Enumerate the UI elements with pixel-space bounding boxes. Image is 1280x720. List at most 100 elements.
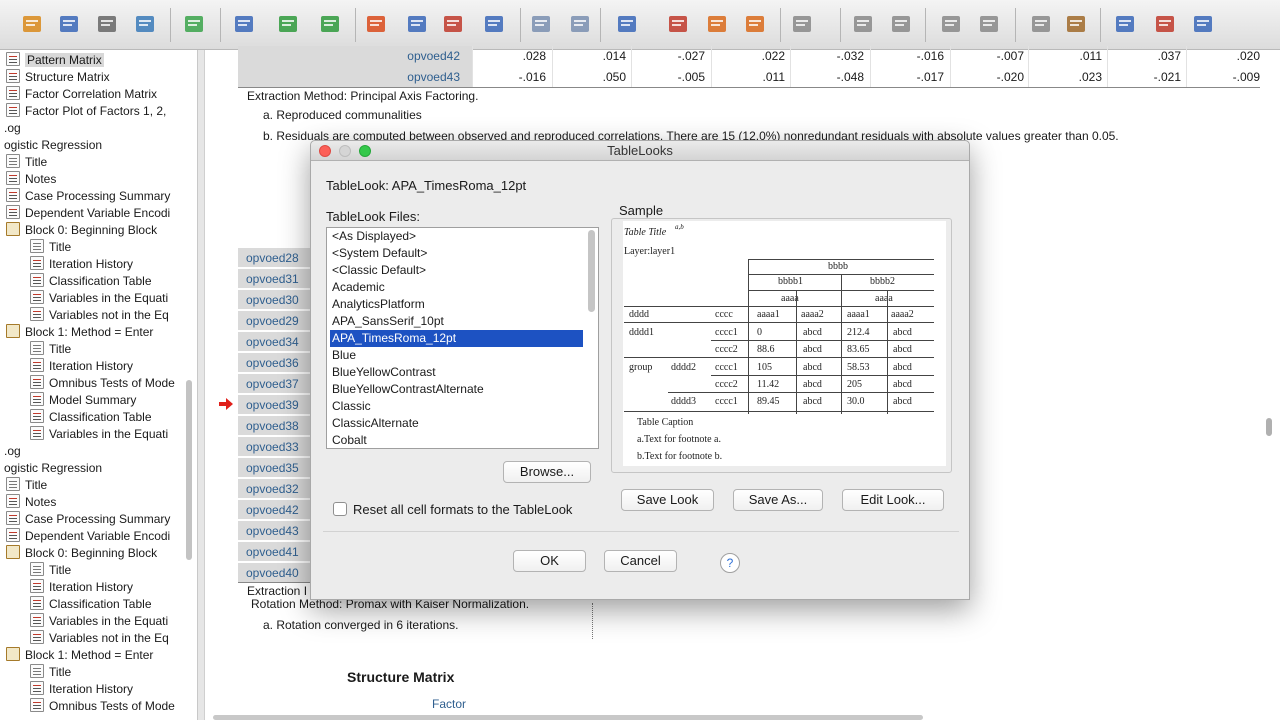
outline-item[interactable]: .og bbox=[4, 120, 21, 137]
outline-item[interactable]: Notes bbox=[6, 171, 56, 188]
outline-item[interactable]: Notes bbox=[6, 494, 56, 511]
outline-item[interactable]: Omnibus Tests of Mode bbox=[30, 698, 175, 715]
undo-button[interactable] bbox=[273, 9, 303, 39]
files-list-scrollbar[interactable] bbox=[588, 230, 595, 312]
tablelook-list-item[interactable]: BlueYellowContrast bbox=[330, 364, 583, 381]
outline-item[interactable]: Block 0: Beginning Block bbox=[6, 545, 157, 562]
outline-item[interactable]: Pattern Matrix bbox=[6, 52, 104, 69]
insert-text-button[interactable] bbox=[848, 9, 878, 39]
tablelook-list-item[interactable]: <Classic Default> bbox=[330, 262, 583, 279]
close-window-button[interactable] bbox=[319, 145, 331, 157]
tablelook-list-item[interactable]: APA_SansSerif_10pt bbox=[330, 313, 583, 330]
outline-item[interactable]: Classification Table bbox=[30, 409, 152, 426]
table-cell: .022 bbox=[711, 46, 790, 67]
outline-item[interactable]: Title bbox=[6, 154, 47, 171]
outline-item[interactable]: Variables in the Equati bbox=[30, 426, 168, 443]
outline-item[interactable]: Block 1: Method = Enter bbox=[6, 324, 153, 341]
edit-look-button[interactable]: Edit Look... bbox=[842, 489, 944, 511]
cancel-button[interactable]: Cancel bbox=[604, 550, 677, 572]
outline-item[interactable]: Title bbox=[30, 341, 71, 358]
expand-button[interactable] bbox=[1026, 9, 1056, 39]
variables-button[interactable] bbox=[479, 9, 509, 39]
designate-window-button[interactable] bbox=[1188, 9, 1218, 39]
outline-item[interactable]: Dependent Variable Encodi bbox=[6, 205, 170, 222]
print-button[interactable] bbox=[92, 9, 122, 39]
weight-cases-button[interactable] bbox=[612, 9, 642, 39]
recall-dialog-button[interactable] bbox=[229, 9, 259, 39]
outline-item[interactable]: Iteration History bbox=[30, 579, 133, 596]
show-button[interactable] bbox=[1110, 9, 1140, 39]
outline-item[interactable]: Structure Matrix bbox=[6, 69, 110, 86]
outline-item[interactable]: Model Summary bbox=[30, 392, 136, 409]
hide-button[interactable] bbox=[1150, 9, 1180, 39]
outline-item[interactable]: Iteration History bbox=[30, 681, 133, 698]
redo-button[interactable] bbox=[315, 9, 345, 39]
outline-scrollbar[interactable] bbox=[186, 380, 192, 560]
ok-button[interactable]: OK bbox=[513, 550, 586, 572]
script-button[interactable] bbox=[886, 9, 916, 39]
outline-item[interactable]: Dependent Variable Encodi bbox=[6, 528, 170, 545]
outline-item[interactable]: Variables not in the Eq bbox=[30, 307, 169, 324]
pane-divider[interactable] bbox=[198, 50, 205, 720]
outline-item[interactable]: Iteration History bbox=[30, 358, 133, 375]
outline-item[interactable]: Factor Plot of Factors 1, 2, bbox=[6, 103, 166, 120]
tablelook-list-item[interactable]: AnalyticsPlatform bbox=[330, 296, 583, 313]
browse-button[interactable]: Browse... bbox=[503, 461, 591, 483]
goto-data-button[interactable] bbox=[438, 9, 468, 39]
outline-item[interactable]: Case Processing Summary bbox=[6, 188, 170, 205]
insert-heading-button[interactable] bbox=[740, 9, 770, 39]
outline-item[interactable]: Variables in the Equati bbox=[30, 613, 168, 630]
outline-item[interactable]: .og bbox=[4, 443, 21, 460]
tablelook-list-item[interactable]: Academic bbox=[330, 279, 583, 296]
outline-item[interactable]: Classification Table bbox=[30, 596, 152, 613]
outline-item[interactable]: Variables not in the Eq bbox=[30, 630, 169, 647]
save-look-button[interactable]: Save Look bbox=[621, 489, 714, 511]
open-button[interactable] bbox=[17, 9, 47, 39]
dialog-title-bar[interactable]: TableLooks bbox=[311, 141, 969, 161]
outline-item[interactable]: ogistic Regression bbox=[4, 137, 102, 154]
forward-button[interactable] bbox=[974, 9, 1004, 39]
tablelook-list-item[interactable]: ClassicAlternate bbox=[330, 415, 583, 432]
save-button[interactable] bbox=[54, 9, 84, 39]
tablelook-list-item[interactable]: APA_TimesRoma_12pt bbox=[330, 330, 583, 347]
tablelook-list-item[interactable]: Blue bbox=[330, 347, 583, 364]
outline-item[interactable]: Title bbox=[30, 562, 71, 579]
outline-item[interactable]: Case Processing Summary bbox=[6, 511, 170, 528]
outline-item[interactable]: ogistic Regression bbox=[4, 460, 102, 477]
tablelook-list-item[interactable]: Classic bbox=[330, 398, 583, 415]
outline-item[interactable]: Block 0: Beginning Block bbox=[6, 222, 157, 239]
outline-item[interactable]: Omnibus Tests of Mode bbox=[30, 375, 175, 392]
outline-item[interactable]: Title bbox=[6, 477, 47, 494]
tablelook-list-item[interactable]: <As Displayed> bbox=[330, 228, 583, 245]
select-cases-button[interactable] bbox=[663, 9, 693, 39]
collapse-button[interactable] bbox=[1061, 9, 1091, 39]
save-as-button[interactable]: Save As... bbox=[733, 489, 823, 511]
tablelook-list-item[interactable]: <System Default> bbox=[330, 245, 583, 262]
zoom-window-button[interactable] bbox=[359, 145, 371, 157]
export-button[interactable] bbox=[179, 9, 209, 39]
tablelook-files-list[interactable]: <As Displayed> <System Default> <Classic D… bbox=[326, 227, 599, 449]
minimize-window-button[interactable] bbox=[339, 145, 351, 157]
outline-item[interactable]: Factor Correlation Matrix bbox=[6, 86, 157, 103]
reset-cell-formats-checkbox[interactable] bbox=[333, 502, 347, 516]
goto-case-button[interactable] bbox=[361, 9, 391, 39]
insert-output-button[interactable] bbox=[702, 9, 732, 39]
outline-item[interactable]: Title bbox=[30, 664, 71, 681]
create-graph-button[interactable] bbox=[526, 9, 556, 39]
outline-item-label: Classification Table bbox=[49, 274, 152, 288]
split-file-button[interactable] bbox=[565, 9, 595, 39]
outline-item[interactable]: Iteration History bbox=[30, 256, 133, 273]
tablelook-list-item[interactable]: BlueYellowContrastAlternate bbox=[330, 381, 583, 398]
outline-item[interactable]: Classification Table bbox=[30, 273, 152, 290]
insert-title-button[interactable] bbox=[787, 9, 817, 39]
outline-item[interactable]: Block 1: Method = Enter bbox=[6, 647, 153, 664]
print-preview-button[interactable] bbox=[130, 9, 160, 39]
help-button[interactable]: ? bbox=[720, 553, 740, 573]
viewer-horizontal-scrollbar[interactable] bbox=[213, 715, 923, 720]
outline-item[interactable]: Title bbox=[30, 239, 71, 256]
viewer-vertical-scrollbar[interactable] bbox=[1266, 418, 1272, 436]
back-button[interactable] bbox=[936, 9, 966, 39]
outline-item[interactable]: Variables in the Equati bbox=[30, 290, 168, 307]
goto-variable-button[interactable] bbox=[402, 9, 432, 39]
tablelook-list-item[interactable]: Cobalt bbox=[330, 432, 583, 448]
